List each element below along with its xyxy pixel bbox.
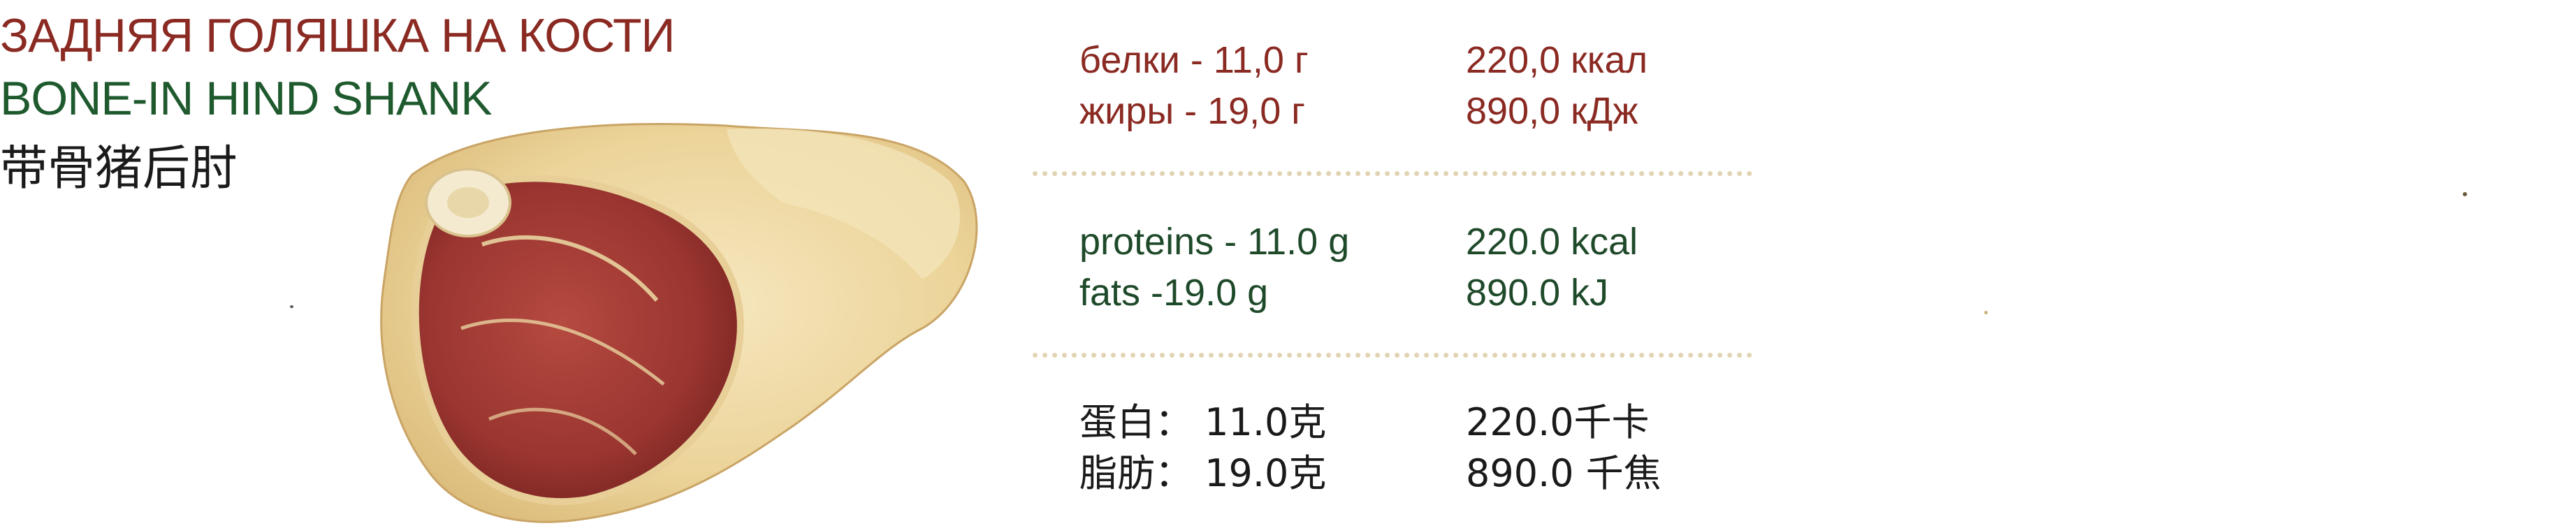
- dotted-divider: [1033, 353, 1752, 358]
- kj-russian: 890,0 кДж: [1466, 90, 1638, 132]
- fat-english: fats -19.0 g: [1079, 272, 1269, 314]
- protein-russian: белки - 11,0 г: [1079, 39, 1309, 81]
- product-title-chinese: 带骨猪后肘: [0, 141, 238, 196]
- fat-chinese: 脂肪： 19.0克: [1079, 451, 1327, 495]
- kj-chinese: 890.0 千焦: [1466, 451, 1661, 495]
- protein-english: proteins - 11.0 g: [1079, 221, 1350, 263]
- kcal-russian: 220,0 ккал: [1466, 39, 1648, 81]
- kj-english: 890.0 kJ: [1466, 272, 1609, 314]
- product-card: ЗАДНЯЯ ГОЛЯШКА НА КОСТИ BONE-IN HIND SHA…: [0, 0, 2576, 526]
- dotted-divider: [1033, 171, 1752, 176]
- kcal-english: 220.0 kcal: [1466, 221, 1638, 263]
- kcal-chinese: 220.0千卡: [1466, 400, 1650, 444]
- scan-speck: [290, 305, 293, 308]
- product-title-english: BONE-IN HIND SHANK: [0, 72, 493, 125]
- pork-shank-image: [380, 123, 978, 523]
- scan-speck: [1984, 311, 1988, 314]
- protein-chinese: 蛋白： 11.0克: [1079, 400, 1327, 444]
- scan-speck: [2463, 192, 2467, 196]
- fat-russian: жиры - 19,0 г: [1079, 90, 1305, 132]
- product-title-russian: ЗАДНЯЯ ГОЛЯШКА НА КОСТИ: [0, 9, 675, 62]
